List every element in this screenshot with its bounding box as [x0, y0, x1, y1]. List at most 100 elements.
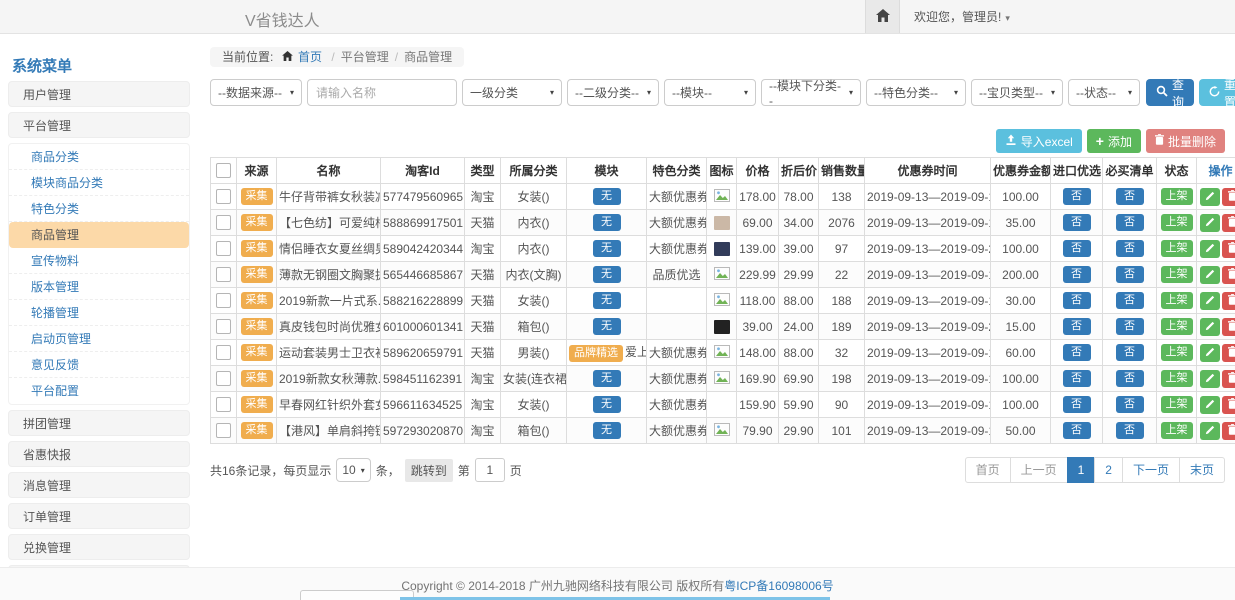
row-checkbox[interactable] — [216, 319, 231, 334]
import-select-toggle[interactable]: 否 — [1063, 188, 1091, 205]
per-page-select[interactable]: 10 ▾ — [336, 458, 370, 482]
module-badge[interactable]: 无 — [593, 266, 621, 283]
sidebar-item[interactable]: 宣传物料 — [9, 248, 189, 274]
add-button[interactable]: + 添加 — [1087, 129, 1141, 153]
sidebar-item[interactable]: 拼团管理 — [8, 410, 190, 436]
home-button[interactable] — [865, 0, 900, 33]
breadcrumb-home-link[interactable]: 首页 — [298, 50, 322, 64]
sidebar-item[interactable]: 订单管理 — [8, 503, 190, 529]
row-checkbox[interactable] — [216, 293, 231, 308]
status-badge[interactable]: 上架 — [1161, 422, 1193, 439]
import-select-toggle[interactable]: 否 — [1063, 344, 1091, 361]
must-buy-toggle[interactable]: 否 — [1116, 240, 1144, 257]
must-buy-toggle[interactable]: 否 — [1116, 292, 1144, 309]
page-button[interactable]: 末页 — [1179, 457, 1225, 483]
row-checkbox[interactable] — [216, 397, 231, 412]
breadcrumb-item[interactable]: 商品管理 — [404, 50, 452, 64]
delete-button[interactable] — [1222, 188, 1235, 206]
row-checkbox[interactable] — [216, 345, 231, 360]
page-number-input[interactable] — [475, 458, 505, 482]
must-buy-toggle[interactable]: 否 — [1116, 422, 1144, 439]
edit-button[interactable] — [1200, 370, 1220, 388]
sidebar-item[interactable]: 模块商品分类 — [9, 170, 189, 196]
status-badge[interactable]: 上架 — [1161, 240, 1193, 257]
import-select-toggle[interactable]: 否 — [1063, 240, 1091, 257]
row-checkbox[interactable] — [216, 267, 231, 282]
status-badge[interactable]: 上架 — [1161, 370, 1193, 387]
filter-select[interactable]: 一级分类▾ — [462, 79, 562, 106]
icp-link[interactable]: 粤ICP备16098006号 — [724, 579, 833, 593]
edit-button[interactable] — [1200, 344, 1220, 362]
must-buy-toggle[interactable]: 否 — [1116, 344, 1144, 361]
import-select-toggle[interactable]: 否 — [1063, 292, 1091, 309]
status-badge[interactable]: 上架 — [1161, 214, 1193, 231]
row-checkbox[interactable] — [216, 241, 231, 256]
module-badge[interactable]: 无 — [593, 188, 621, 205]
row-checkbox[interactable] — [216, 423, 231, 438]
sidebar-item[interactable]: 商品管理 — [9, 222, 189, 248]
status-badge[interactable]: 上架 — [1161, 188, 1193, 205]
row-checkbox[interactable] — [216, 215, 231, 230]
status-badge[interactable]: 上架 — [1161, 344, 1193, 361]
filter-select[interactable]: --特色分类--▾ — [866, 79, 966, 106]
jump-button[interactable]: 跳转到 — [405, 459, 453, 482]
delete-button[interactable] — [1222, 318, 1235, 336]
delete-button[interactable] — [1222, 344, 1235, 362]
import-select-toggle[interactable]: 否 — [1063, 396, 1091, 413]
batch-delete-button[interactable]: 批量删除 — [1146, 129, 1225, 153]
sidebar-item[interactable]: 消息管理 — [8, 472, 190, 498]
filter-select[interactable]: --二级分类--▾ — [567, 79, 659, 106]
must-buy-toggle[interactable]: 否 — [1116, 188, 1144, 205]
filter-select[interactable]: --模块--▾ — [664, 79, 756, 106]
edit-button[interactable] — [1200, 266, 1220, 284]
breadcrumb-item[interactable]: 平台管理 — [341, 50, 389, 64]
sidebar-item[interactable]: 省惠快报 — [8, 441, 190, 467]
sidebar-item[interactable]: 轮播管理 — [9, 300, 189, 326]
page-button[interactable]: 1 — [1067, 457, 1096, 483]
module-badge[interactable]: 无 — [593, 370, 621, 387]
sidebar-item[interactable]: 平台管理 — [8, 112, 190, 138]
sidebar-item[interactable]: 特色分类 — [9, 196, 189, 222]
filter-select[interactable]: --模块下分类--▾ — [761, 79, 861, 106]
module-badge[interactable]: 无 — [593, 422, 621, 439]
name-search-input[interactable] — [307, 79, 457, 106]
sidebar-item[interactable]: 意见反馈 — [9, 352, 189, 378]
module-badge[interactable]: 无 — [593, 318, 621, 335]
sidebar-item[interactable]: 兑换管理 — [8, 534, 190, 560]
must-buy-toggle[interactable]: 否 — [1116, 266, 1144, 283]
status-badge[interactable]: 上架 — [1161, 292, 1193, 309]
delete-button[interactable] — [1222, 240, 1235, 258]
module-badge[interactable]: 无 — [593, 214, 621, 231]
import-select-toggle[interactable]: 否 — [1063, 266, 1091, 283]
edit-button[interactable] — [1200, 214, 1220, 232]
status-badge[interactable]: 上架 — [1161, 318, 1193, 335]
row-checkbox[interactable] — [216, 371, 231, 386]
filter-select[interactable]: --宝贝类型--▾ — [971, 79, 1063, 106]
filter-select[interactable]: --状态--▾ — [1068, 79, 1140, 106]
edit-button[interactable] — [1200, 292, 1220, 310]
edit-button[interactable] — [1200, 318, 1220, 336]
sidebar-item[interactable]: 用户管理 — [8, 81, 190, 107]
search-button[interactable]: 查询 — [1146, 79, 1194, 106]
edit-button[interactable] — [1200, 396, 1220, 414]
module-badge[interactable]: 无 — [593, 240, 621, 257]
filter-select[interactable]: --数据来源--▾ — [210, 79, 302, 106]
import-select-toggle[interactable]: 否 — [1063, 370, 1091, 387]
import-select-toggle[interactable]: 否 — [1063, 214, 1091, 231]
delete-button[interactable] — [1222, 266, 1235, 284]
status-badge[interactable]: 上架 — [1161, 396, 1193, 413]
sidebar-item[interactable]: 版本管理 — [9, 274, 189, 300]
delete-button[interactable] — [1222, 292, 1235, 310]
sidebar-item[interactable]: 平台配置 — [9, 378, 189, 404]
row-checkbox[interactable] — [216, 189, 231, 204]
import-select-toggle[interactable]: 否 — [1063, 318, 1091, 335]
module-badge[interactable]: 品牌精选 — [569, 345, 623, 362]
edit-button[interactable] — [1200, 188, 1220, 206]
delete-button[interactable] — [1222, 396, 1235, 414]
must-buy-toggle[interactable]: 否 — [1116, 214, 1144, 231]
edit-button[interactable] — [1200, 240, 1220, 258]
module-badge[interactable]: 无 — [593, 396, 621, 413]
delete-button[interactable] — [1222, 214, 1235, 232]
user-menu[interactable]: 欢迎您，管理员!▾ — [914, 8, 1010, 25]
import-excel-button[interactable]: 导入excel — [996, 129, 1082, 153]
